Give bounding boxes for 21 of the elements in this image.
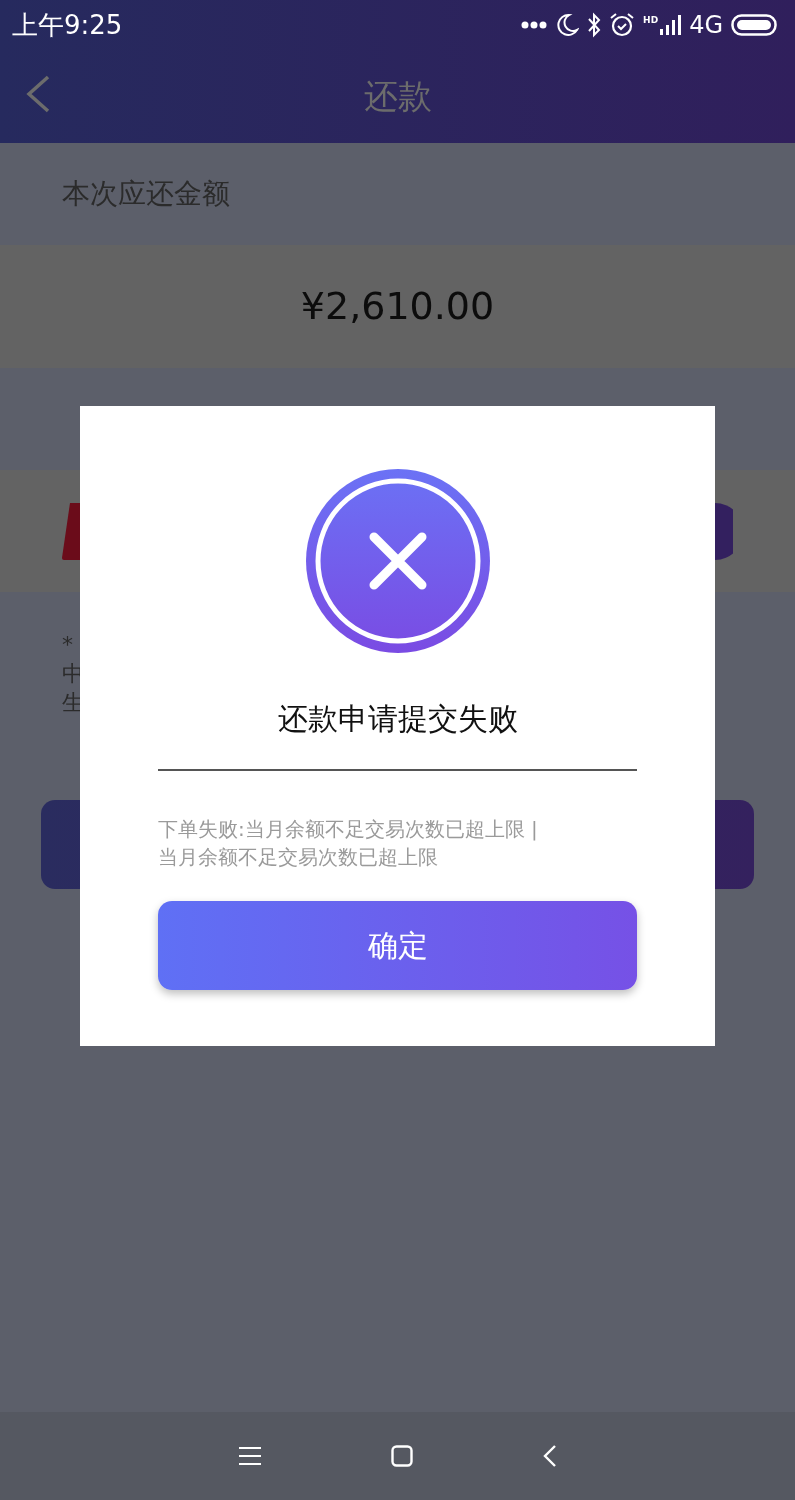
amount-value: ¥2,610.00 [300,283,495,330]
back-button[interactable] [24,74,52,114]
error-icon [304,468,491,654]
signal-icon [659,14,682,36]
hd-label: HD [643,14,659,27]
page-title: 还款 [363,75,432,118]
bluetooth-icon [587,12,602,38]
confirm-button[interactable]: 确定 [158,901,637,990]
amount-label: 本次应还金额 [62,176,230,212]
moon-icon [555,13,580,37]
more-icon [521,21,548,29]
battery-icon [731,14,777,36]
home-icon[interactable] [390,1445,413,1467]
status-time: 上午9:25 [12,8,123,42]
alarm-icon [609,12,636,38]
back-icon[interactable] [542,1444,557,1468]
network-label: 4G [689,10,723,41]
dialog-title: 还款申请提交失败 [277,700,518,738]
note-text: * [62,631,74,659]
menu-icon[interactable] [238,1446,261,1466]
dialog-message: 下单失败:当月余额不足交易次数已超上限 | 当月余额不足交易次数已超上限 [158,816,539,871]
